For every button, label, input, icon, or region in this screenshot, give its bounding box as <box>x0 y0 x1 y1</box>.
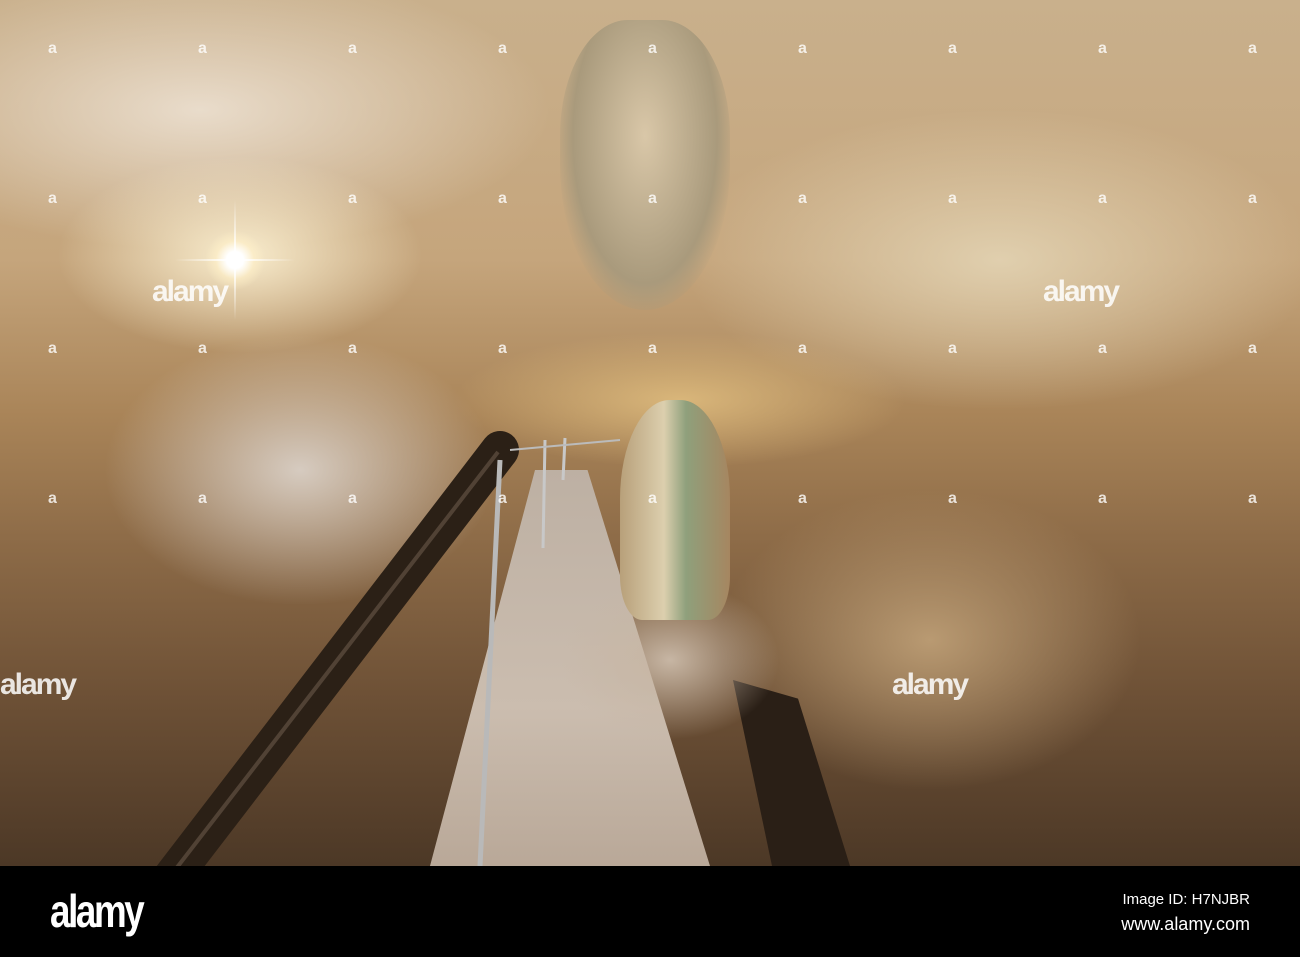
site-url: www.alamy.com <box>1121 914 1250 934</box>
watermark-mark: a <box>1098 190 1107 207</box>
watermark-mark: a <box>198 490 207 507</box>
watermark-mark: a <box>1248 490 1257 507</box>
watermark-mark: a <box>1248 40 1257 57</box>
watermark-mark: a <box>1248 340 1257 357</box>
watermark-mark: a <box>948 340 957 357</box>
watermark-mark: a <box>198 190 207 207</box>
handrail <box>156 431 621 866</box>
watermark: alamy <box>152 275 229 308</box>
watermark-mark: a <box>498 340 507 357</box>
watermark-mark: a <box>498 490 507 507</box>
watermark-mark: a <box>348 490 357 507</box>
watermark-mark: a <box>798 490 807 507</box>
watermark-mark: a <box>48 340 57 357</box>
watermark-mark: a <box>648 340 657 357</box>
watermark-mark: a <box>648 40 657 57</box>
watermark-mark: a <box>648 490 657 507</box>
watermark-mark: a <box>1098 490 1107 507</box>
watermark-mark: a <box>348 340 357 357</box>
watermark-mark: a <box>348 40 357 57</box>
watermark-mark: a <box>798 40 807 57</box>
watermark: alamy <box>0 668 77 701</box>
watermark-mark: a <box>498 40 507 57</box>
watermark-mark: a <box>1248 190 1257 207</box>
watermark-mark: a <box>48 490 57 507</box>
watermark: alamy <box>1043 275 1120 308</box>
watermark-mark: a <box>948 490 957 507</box>
watermark-mark: a <box>648 190 657 207</box>
watermark-mark: a <box>948 40 957 57</box>
footer-bar <box>0 866 1300 957</box>
watermark-mark: a <box>498 190 507 207</box>
watermark-mark: a <box>348 190 357 207</box>
watermark-mark: a <box>48 40 57 57</box>
watermark-mark: a <box>798 190 807 207</box>
alamy-logo: alamy <box>50 885 145 937</box>
watermark-mark: a <box>1098 340 1107 357</box>
watermark-mark: a <box>798 340 807 357</box>
watermark: alamy <box>892 668 969 701</box>
image-id: Image ID: H7NJBR <box>1122 891 1250 908</box>
watermark-mark: a <box>198 40 207 57</box>
watermark-mark: a <box>48 190 57 207</box>
watermark-mark: a <box>1098 40 1107 57</box>
watermark-mark: a <box>948 190 957 207</box>
cave-photo: alamy alamy alamy alamy a a a a a a a a a a a a a a a a… <box>0 0 1300 866</box>
watermark-mark: a <box>198 340 207 357</box>
